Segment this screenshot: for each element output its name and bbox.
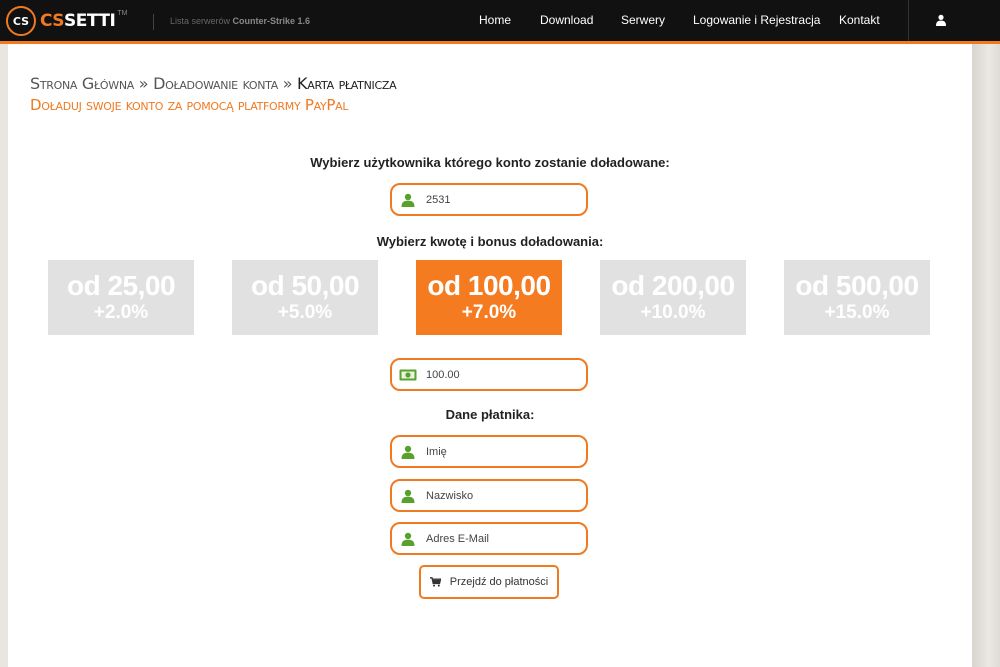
- amount-bonus: +15.0%: [824, 302, 890, 323]
- user-icon: [401, 445, 415, 459]
- site-tagline: Lista serwerów Counter-Strike 1.6: [170, 16, 310, 26]
- amount-bonus: +10.0%: [640, 302, 706, 323]
- logo-text-setti: SETTI: [64, 11, 116, 31]
- amount-option-25[interactable]: od 25,00 +2.0%: [48, 260, 194, 335]
- email-input[interactable]: [426, 532, 566, 545]
- nav-kontakt[interactable]: Kontakt: [839, 13, 880, 27]
- nav-serwery[interactable]: Serwery: [621, 13, 665, 27]
- money-icon: [399, 369, 417, 380]
- amount-option-500[interactable]: od 500,00 +15.0%: [784, 260, 930, 335]
- nav-home[interactable]: Home: [479, 13, 511, 27]
- amount-option-100[interactable]: od 100,00 +7.0%: [416, 260, 562, 335]
- amount-bonus: +7.0%: [461, 302, 517, 323]
- user-icon: [401, 532, 415, 546]
- breadcrumb-current: Karta płatnicza: [297, 74, 397, 93]
- logo-trademark: TM: [117, 10, 128, 17]
- logo-badge: CS: [6, 6, 36, 36]
- amount-bonus: +5.0%: [277, 302, 333, 323]
- amount-value: od 100,00: [427, 270, 551, 301]
- payer-data-label: Dane płatnika:: [445, 407, 535, 422]
- user-icon: [401, 193, 415, 207]
- user-field[interactable]: [390, 183, 588, 216]
- amount-value: od 500,00: [795, 270, 919, 301]
- site-logo[interactable]: CS CS SETTI TM: [6, 6, 127, 36]
- page-subtitle: Doładuj swoje konto za pomocą platformy …: [30, 96, 349, 114]
- amount-input[interactable]: [426, 368, 566, 381]
- amount-value: od 25,00: [66, 270, 176, 301]
- breadcrumb-topup[interactable]: Doładowanie konta: [153, 74, 278, 93]
- first-name-field[interactable]: [390, 435, 588, 468]
- user-select-label: Wybierz użytkownika którego konto zostan…: [310, 155, 670, 170]
- user-icon[interactable]: [935, 14, 947, 26]
- amount-value: od 50,00: [250, 270, 360, 301]
- header-divider: [153, 14, 154, 30]
- amount-bonus: +2.0%: [93, 302, 149, 323]
- email-field[interactable]: [390, 522, 588, 555]
- main-panel: Strona Główna » Doładowanie konta » Kart…: [8, 44, 972, 667]
- logo-text-cs: CS: [40, 11, 65, 31]
- nav-download[interactable]: Download: [540, 13, 593, 27]
- first-name-input[interactable]: [426, 445, 566, 458]
- user-id-input[interactable]: [426, 193, 566, 206]
- last-name-field[interactable]: [390, 479, 588, 512]
- tagline-prefix: Lista serwerów: [170, 16, 231, 26]
- amount-option-200[interactable]: od 200,00 +10.0%: [600, 260, 746, 335]
- cart-icon: [429, 577, 441, 587]
- breadcrumb-home[interactable]: Strona Główna: [30, 74, 134, 93]
- nav-login-register[interactable]: Logowanie i Rejestracja: [693, 13, 820, 27]
- proceed-to-payment-label: Przejdź do płatności: [449, 576, 549, 588]
- amount-option-50[interactable]: od 50,00 +5.0%: [232, 260, 378, 335]
- user-divider: [908, 0, 909, 41]
- amount-select-label: Wybierz kwotę i bonus doładowania:: [376, 234, 604, 249]
- page-background-right: [972, 44, 1000, 667]
- amount-field[interactable]: [390, 358, 588, 391]
- amount-value: od 200,00: [611, 270, 735, 301]
- tagline-game: Counter-Strike 1.6: [232, 16, 311, 26]
- breadcrumb-separator: »: [134, 74, 154, 93]
- last-name-input[interactable]: [426, 489, 566, 502]
- proceed-to-payment-button[interactable]: Przejdź do płatności: [419, 565, 559, 599]
- user-icon: [401, 489, 415, 503]
- breadcrumb-separator: »: [277, 74, 298, 93]
- top-navbar: CS CS SETTI TM Lista serwerów Counter-Stri…: [0, 0, 1000, 44]
- breadcrumb: Strona Główna » Doładowanie konta » Kart…: [30, 74, 397, 93]
